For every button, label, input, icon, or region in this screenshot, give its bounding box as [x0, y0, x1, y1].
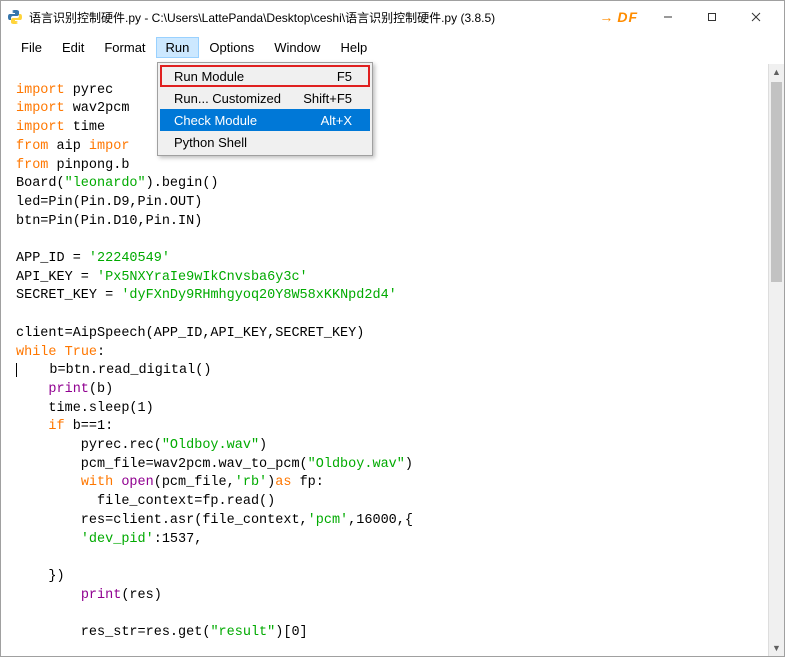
code-token: :1537,: [154, 532, 203, 547]
code-token: 'dev_pid': [81, 532, 154, 547]
code-token: }): [16, 569, 65, 584]
code-token: )[0]: [275, 625, 307, 640]
code-token: ): [405, 457, 413, 472]
vertical-scrollbar[interactable]: ▲ ▼: [768, 64, 784, 656]
code-token: print: [48, 382, 89, 397]
code-token: 'rb': [235, 475, 267, 490]
code-token: aip: [48, 139, 89, 154]
code-token: (b): [89, 382, 113, 397]
code-token: import: [16, 83, 65, 98]
minimize-button[interactable]: [646, 3, 690, 31]
code-token: file_context=fp.read(): [16, 494, 275, 509]
code-token: import: [16, 101, 65, 116]
code-token: API_KEY =: [16, 270, 97, 285]
code-token: fp:: [291, 475, 323, 490]
code-token: from: [16, 158, 48, 173]
code-token: print: [81, 588, 122, 603]
menu-item-shortcut: Shift+F5: [303, 91, 352, 106]
code-token: [57, 345, 65, 360]
menu-item-label: Run... Customized: [174, 91, 281, 106]
code-token: Board(: [16, 176, 65, 191]
code-token: [16, 382, 48, 397]
python-app-icon: [7, 9, 23, 25]
scroll-down-arrow-icon[interactable]: ▼: [769, 640, 784, 656]
code-token: True: [65, 345, 97, 360]
code-token: (res): [121, 588, 162, 603]
window-title: 语言识别控制硬件.py - C:\Users\LattePanda\Deskto…: [29, 9, 599, 26]
code-token: 'dyFXnDy9RHmhgyoq20Y8W58xKKNpd2d4': [121, 288, 396, 303]
code-token: with: [81, 475, 113, 490]
menu-run[interactable]: Run: [156, 37, 200, 58]
code-token: "Oldboy.wav": [162, 438, 259, 453]
code-token: (pcm_file,: [154, 475, 235, 490]
menu-help[interactable]: Help: [330, 37, 377, 58]
code-token: '22240549': [89, 251, 170, 266]
menu-item-shortcut: Alt+X: [321, 113, 352, 128]
window-controls: [646, 3, 778, 31]
menu-item-label: Check Module: [174, 113, 257, 128]
code-token: pcm_file=wav2pcm.wav_to_pcm(: [16, 457, 308, 472]
code-token: btn=Pin(Pin.D10,Pin.IN): [16, 214, 202, 229]
menu-window[interactable]: Window: [264, 37, 330, 58]
code-token: pinpong.b: [48, 158, 129, 173]
code-token: ).begin(): [146, 176, 219, 191]
menu-edit[interactable]: Edit: [52, 37, 94, 58]
code-token: 'pcm': [308, 513, 349, 528]
code-token: [16, 588, 81, 603]
code-token: open: [121, 475, 153, 490]
code-token: impor: [89, 139, 130, 154]
code-token: pyrec: [65, 83, 114, 98]
code-token: :: [97, 345, 105, 360]
code-token: "Oldboy.wav": [308, 457, 405, 472]
menu-item-run-module[interactable]: Run Module F5: [160, 65, 370, 87]
run-dropdown-menu: Run Module F5 Run... Customized Shift+F5…: [157, 62, 373, 156]
code-token: led=Pin(Pin.D9,Pin.OUT): [16, 195, 202, 210]
code-token: if: [48, 419, 64, 434]
code-token: time: [65, 120, 106, 135]
watermark-arrow: →: [599, 9, 613, 25]
menu-item-check-module[interactable]: Check Module Alt+X: [160, 109, 370, 131]
menu-item-python-shell[interactable]: Python Shell: [160, 131, 370, 153]
code-token: b==1:: [65, 419, 114, 434]
code-token: pyrec.rec(: [16, 438, 162, 453]
code-token: [16, 419, 48, 434]
code-token: res_str=res.get(: [16, 625, 210, 640]
code-token: wav2pcm: [65, 101, 130, 116]
code-token: res=client.asr(file_context,: [16, 513, 308, 528]
code-token: SECRET_KEY =: [16, 288, 121, 303]
menu-options[interactable]: Options: [199, 37, 264, 58]
df-watermark: DF: [617, 9, 638, 25]
code-token: "leonardo": [65, 176, 146, 191]
code-token: client=AipSpeech(APP_ID,API_KEY,SECRET_K…: [16, 326, 364, 341]
code-editor[interactable]: import pyrec import wav2pcm import time …: [0, 63, 785, 657]
code-token: b=btn.read_digital(): [17, 363, 211, 378]
close-button[interactable]: [734, 3, 778, 31]
scroll-up-arrow-icon[interactable]: ▲: [769, 64, 784, 80]
window-titlebar: 语言识别控制硬件.py - C:\Users\LattePanda\Deskto…: [1, 1, 784, 33]
menu-format[interactable]: Format: [94, 37, 155, 58]
code-token: from: [16, 139, 48, 154]
code-token: time.sleep(1): [16, 401, 154, 416]
code-token: import: [16, 120, 65, 135]
menu-item-label: Python Shell: [174, 135, 247, 150]
code-token: [16, 475, 81, 490]
menu-item-label: Run Module: [174, 69, 244, 84]
code-token: ,16000,{: [348, 513, 413, 528]
code-token: ): [259, 438, 267, 453]
code-token: APP_ID =: [16, 251, 89, 266]
code-token: while: [16, 345, 57, 360]
code-token: as: [275, 475, 291, 490]
code-token: [16, 532, 81, 547]
code-token: 'Px5NXYraIe9wIkCnvsba6y3c': [97, 270, 308, 285]
scroll-thumb[interactable]: [771, 82, 782, 282]
menu-file[interactable]: File: [11, 37, 52, 58]
menubar: File Edit Format Run Options Window Help: [1, 33, 784, 62]
code-token: "result": [210, 625, 275, 640]
menu-item-shortcut: F5: [337, 69, 352, 84]
maximize-button[interactable]: [690, 3, 734, 31]
menu-item-run-customized[interactable]: Run... Customized Shift+F5: [160, 87, 370, 109]
